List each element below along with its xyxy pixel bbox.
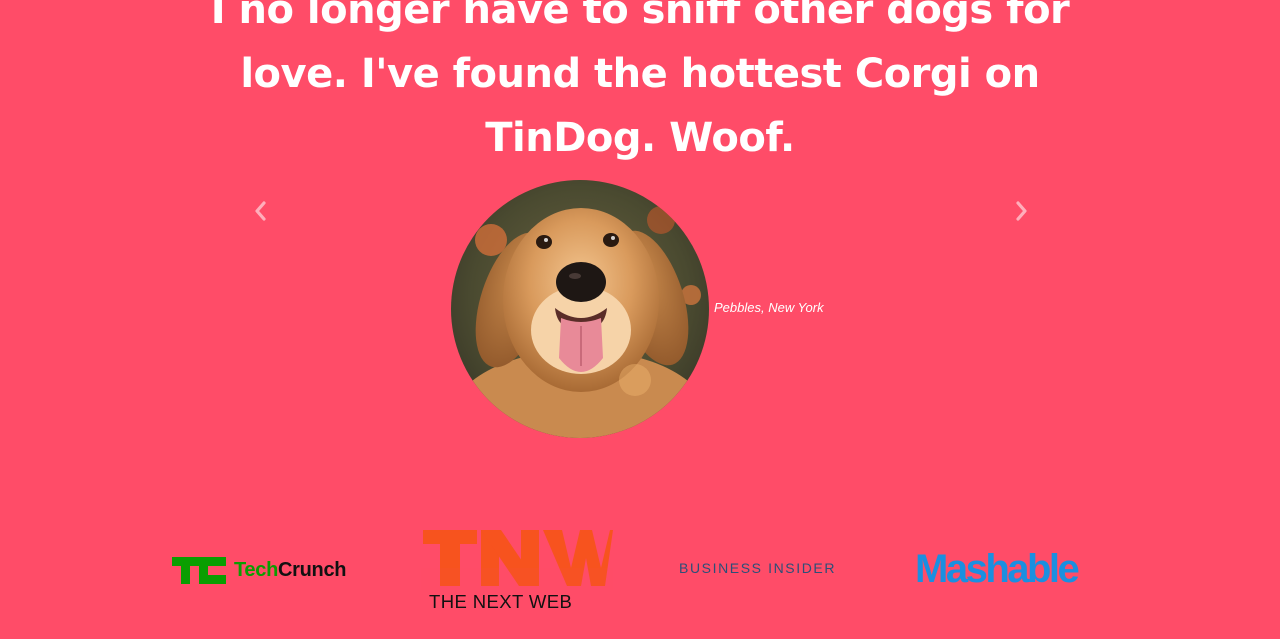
techcrunch-logo: TechCrunch [172, 555, 364, 585]
testimonial-quote: I no longer have to sniff other dogs for… [210, 0, 1070, 161]
tnw-logo: THE NEXT WEB [421, 528, 613, 612]
tnw-mark-icon [421, 530, 613, 590]
testimonial-author: Pebbles, New York [714, 300, 824, 315]
chevron-left-icon [253, 200, 267, 226]
techcrunch-wordmark: TechCrunch [234, 558, 347, 581]
carousel-next-button[interactable] [1010, 200, 1034, 226]
dog-profile-image [451, 180, 709, 438]
chevron-right-icon [1015, 200, 1029, 226]
mashable-logo: Mashable [915, 547, 1080, 591]
tnw-wordmark: THE NEXT WEB [429, 591, 573, 612]
carousel-prev-button[interactable] [248, 200, 272, 226]
testimonials-section: I no longer have to sniff other dogs for… [0, 0, 1280, 639]
business-insider-logo: BUSINESS INSIDER [679, 560, 837, 576]
techcrunch-mark-icon [172, 556, 226, 584]
